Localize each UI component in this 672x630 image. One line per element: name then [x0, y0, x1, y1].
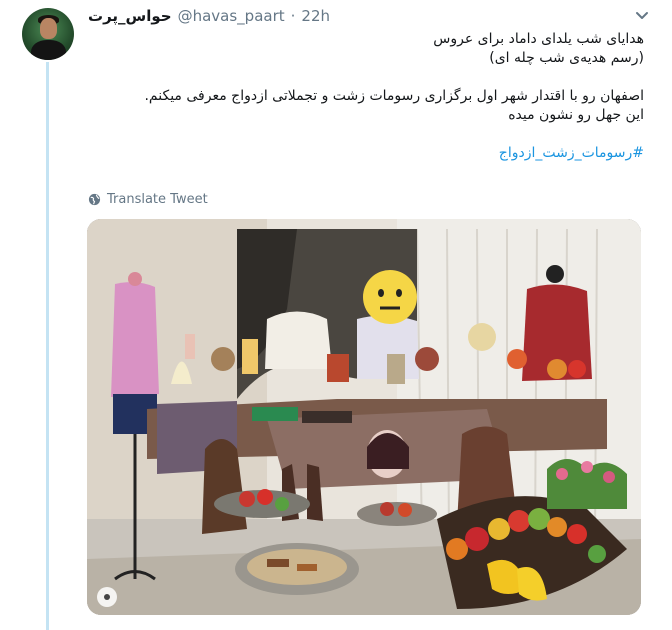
tweet-line: این جهل رو نشون میده	[508, 107, 644, 123]
user-handle[interactable]: @havas_paart	[178, 7, 285, 25]
translate-tweet-link[interactable]: Translate Tweet	[88, 192, 208, 207]
tweet-header: حواس_پرت @havas_paart · 22h	[88, 6, 330, 26]
globe-icon	[88, 193, 101, 206]
tweet-media[interactable]	[87, 219, 641, 615]
tweet-line: هدایای شب یلدای داماد برای عروس	[433, 31, 644, 47]
avatar[interactable]	[22, 8, 74, 60]
translate-label: Translate Tweet	[107, 192, 208, 207]
display-name[interactable]: حواس_پرت	[88, 7, 172, 25]
tweet-line: (رسم هدیه‌ی شب چله ای)	[489, 50, 644, 66]
avatar-face	[40, 18, 57, 39]
gif-indicator-icon[interactable]	[97, 587, 117, 607]
header-separator: ·	[290, 7, 296, 25]
chevron-down-icon[interactable]	[634, 8, 650, 24]
tweet-text: هدایای شب یلدای داماد برای عروس (رسم هدی…	[86, 30, 644, 163]
timestamp[interactable]: 22h	[301, 7, 330, 25]
tweet-line: اصفهان رو با اقتدار شهر اول برگزاری رسوم…	[144, 88, 644, 104]
avatar-shirt	[31, 40, 66, 60]
hashtag-link[interactable]: #رسومات_زشت_ازدواج	[499, 145, 644, 161]
media-photo	[87, 219, 641, 615]
thread-line	[46, 62, 49, 630]
